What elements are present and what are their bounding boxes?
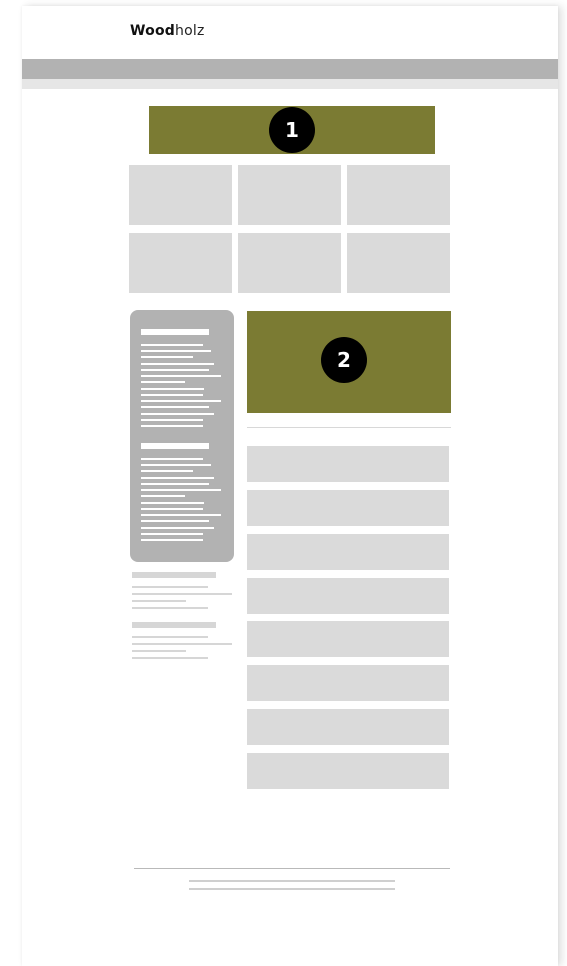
sidebar-link-placeholder[interactable] [141,539,203,541]
sidebar-link-placeholder[interactable] [141,413,214,415]
sidebar-link-placeholder[interactable] [141,527,214,529]
sidebar-link-placeholder[interactable] [141,344,203,346]
sidebar-link-placeholder[interactable] [141,458,203,460]
sidebar-text-heading-placeholder [132,572,216,578]
wireframe-page: Woodholz 1 2 [22,6,558,966]
sidebar-link-placeholder[interactable] [141,477,214,479]
content-list-item[interactable] [247,621,449,657]
sidebar-heading-placeholder [141,329,209,335]
grid-tile[interactable] [238,165,341,225]
sidebar-link-placeholder[interactable] [141,514,221,516]
sidebar-text-placeholder [132,657,208,659]
content-list-item[interactable] [247,578,449,614]
sidebar-heading-placeholder [141,443,209,449]
sidebar-link-placeholder[interactable] [141,363,214,365]
sidebar-link-placeholder[interactable] [141,350,211,352]
sidebar-link-placeholder[interactable] [141,381,185,383]
footer-divider [134,868,450,869]
footer-text-placeholder [189,880,395,882]
content-list-item[interactable] [247,753,449,789]
grid-tile[interactable] [347,233,450,293]
content-list-item[interactable] [247,446,449,482]
sidebar-text-placeholder [132,643,232,645]
sidebar-link-placeholder[interactable] [141,388,204,390]
footer-text-placeholder [189,888,395,890]
feature-banner[interactable]: 2 [247,311,451,413]
sidebar-link-placeholder[interactable] [141,375,221,377]
sidebar-text-heading-placeholder [132,622,216,628]
sidebar-link-placeholder[interactable] [141,356,193,358]
sidebar-link-placeholder[interactable] [141,464,211,466]
sidebar-text-placeholder [132,650,186,652]
sidebar-text-placeholder [132,607,208,609]
feature-number-badge: 2 [321,337,367,383]
sub-navigation-bar [22,79,558,89]
hero-number-badge: 1 [269,107,315,153]
sidebar-link-placeholder[interactable] [141,520,209,522]
sidebar-link-placeholder[interactable] [141,533,203,535]
sidebar-text-placeholder [132,593,232,595]
content-divider [247,427,451,428]
grid-tile[interactable] [238,233,341,293]
content-list-item[interactable] [247,665,449,701]
sidebar-text-placeholder [132,600,186,602]
sidebar-link-placeholder[interactable] [141,425,203,427]
sidebar-link-placeholder[interactable] [141,470,193,472]
content-list-item[interactable] [247,709,449,745]
logo-light-text: holz [175,23,205,39]
sidebar-link-placeholder[interactable] [141,489,221,491]
content-list-item[interactable] [247,490,449,526]
sidebar-link-placeholder[interactable] [141,406,209,408]
sidebar-text-placeholder [132,586,208,588]
sidebar-link-placeholder[interactable] [141,483,209,485]
sidebar-link-placeholder[interactable] [141,508,203,510]
logo-bold-text: Wood [130,23,176,39]
sidebar-link-placeholder[interactable] [141,502,204,504]
sidebar-link-placeholder[interactable] [141,495,185,497]
sidebar-link-placeholder[interactable] [141,394,203,396]
sidebar-link-placeholder[interactable] [141,400,221,402]
grid-tile[interactable] [347,165,450,225]
hero-banner[interactable]: 1 [149,106,435,154]
sidebar-link-placeholder[interactable] [141,369,209,371]
grid-tile[interactable] [129,165,232,225]
grid-tile[interactable] [129,233,232,293]
navigation-bar[interactable] [22,59,558,79]
site-logo[interactable]: Woodholz [130,23,205,39]
sidebar-link-placeholder[interactable] [141,419,203,421]
sidebar-menu-box [130,310,234,562]
content-list-item[interactable] [247,534,449,570]
sidebar-text-placeholder [132,636,208,638]
